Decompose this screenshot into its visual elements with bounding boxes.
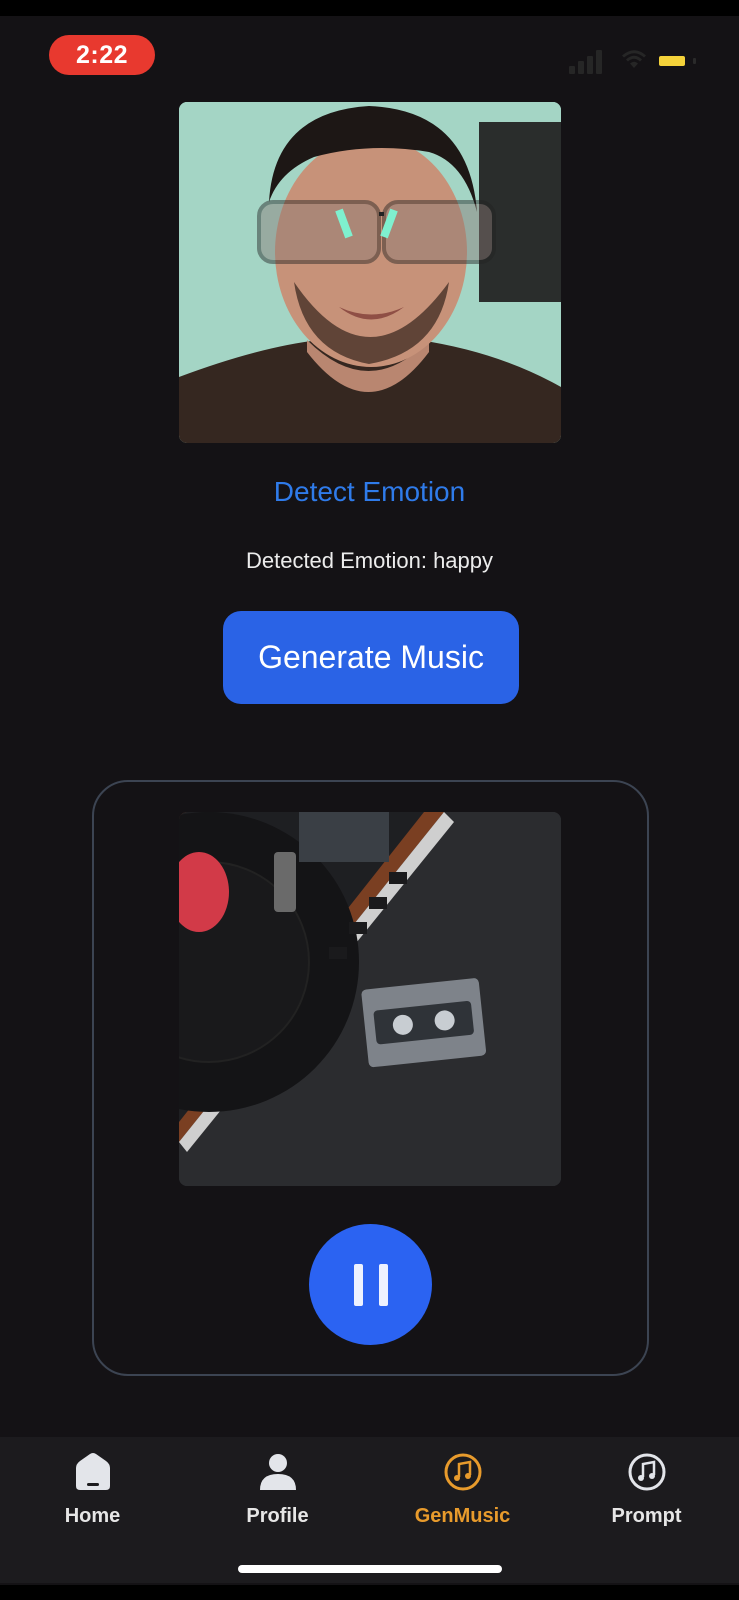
bottom-bezel (0, 1585, 739, 1600)
status-time: 2:22 (49, 35, 155, 75)
tab-profile-label: Profile (246, 1505, 309, 1527)
app-screen: 2:22 Detect Emotion Detected Emotion: ha… (0, 0, 739, 1600)
pause-icon (353, 1263, 363, 1306)
person-icon (255, 1449, 301, 1495)
face-photo-image (179, 102, 561, 443)
bottom-tab-bar: Home Profile GenMusic Prompt (0, 1437, 739, 1583)
pause-icon-bar (378, 1263, 388, 1306)
tab-genmusic[interactable]: GenMusic (370, 1437, 555, 1547)
battery-icon (657, 53, 697, 69)
pause-button[interactable] (309, 1224, 432, 1345)
generate-music-button[interactable]: Generate Music (223, 611, 519, 704)
tab-home-label: Home (64, 1505, 121, 1527)
cellular-signal-icon (569, 48, 605, 74)
detect-emotion-button[interactable]: Detect Emotion (0, 476, 739, 508)
music-note-icon (624, 1449, 670, 1495)
captured-photo (179, 102, 561, 443)
tab-prompt-label: Prompt (611, 1505, 682, 1527)
tab-home[interactable]: Home (0, 1437, 185, 1547)
tab-genmusic-label: GenMusic (414, 1505, 511, 1527)
home-icon (70, 1449, 116, 1495)
turntable-cassette-image (179, 812, 561, 1186)
status-icons (569, 48, 699, 74)
tab-profile[interactable]: Profile (185, 1437, 370, 1547)
detected-emotion-text: Detected Emotion: happy (245, 548, 494, 573)
tab-prompt[interactable]: Prompt (554, 1437, 739, 1547)
wifi-icon (622, 50, 646, 68)
album-artwork (179, 812, 561, 1186)
music-note-icon (440, 1449, 486, 1495)
home-indicator[interactable] (238, 1565, 502, 1573)
top-bezel (0, 0, 739, 16)
